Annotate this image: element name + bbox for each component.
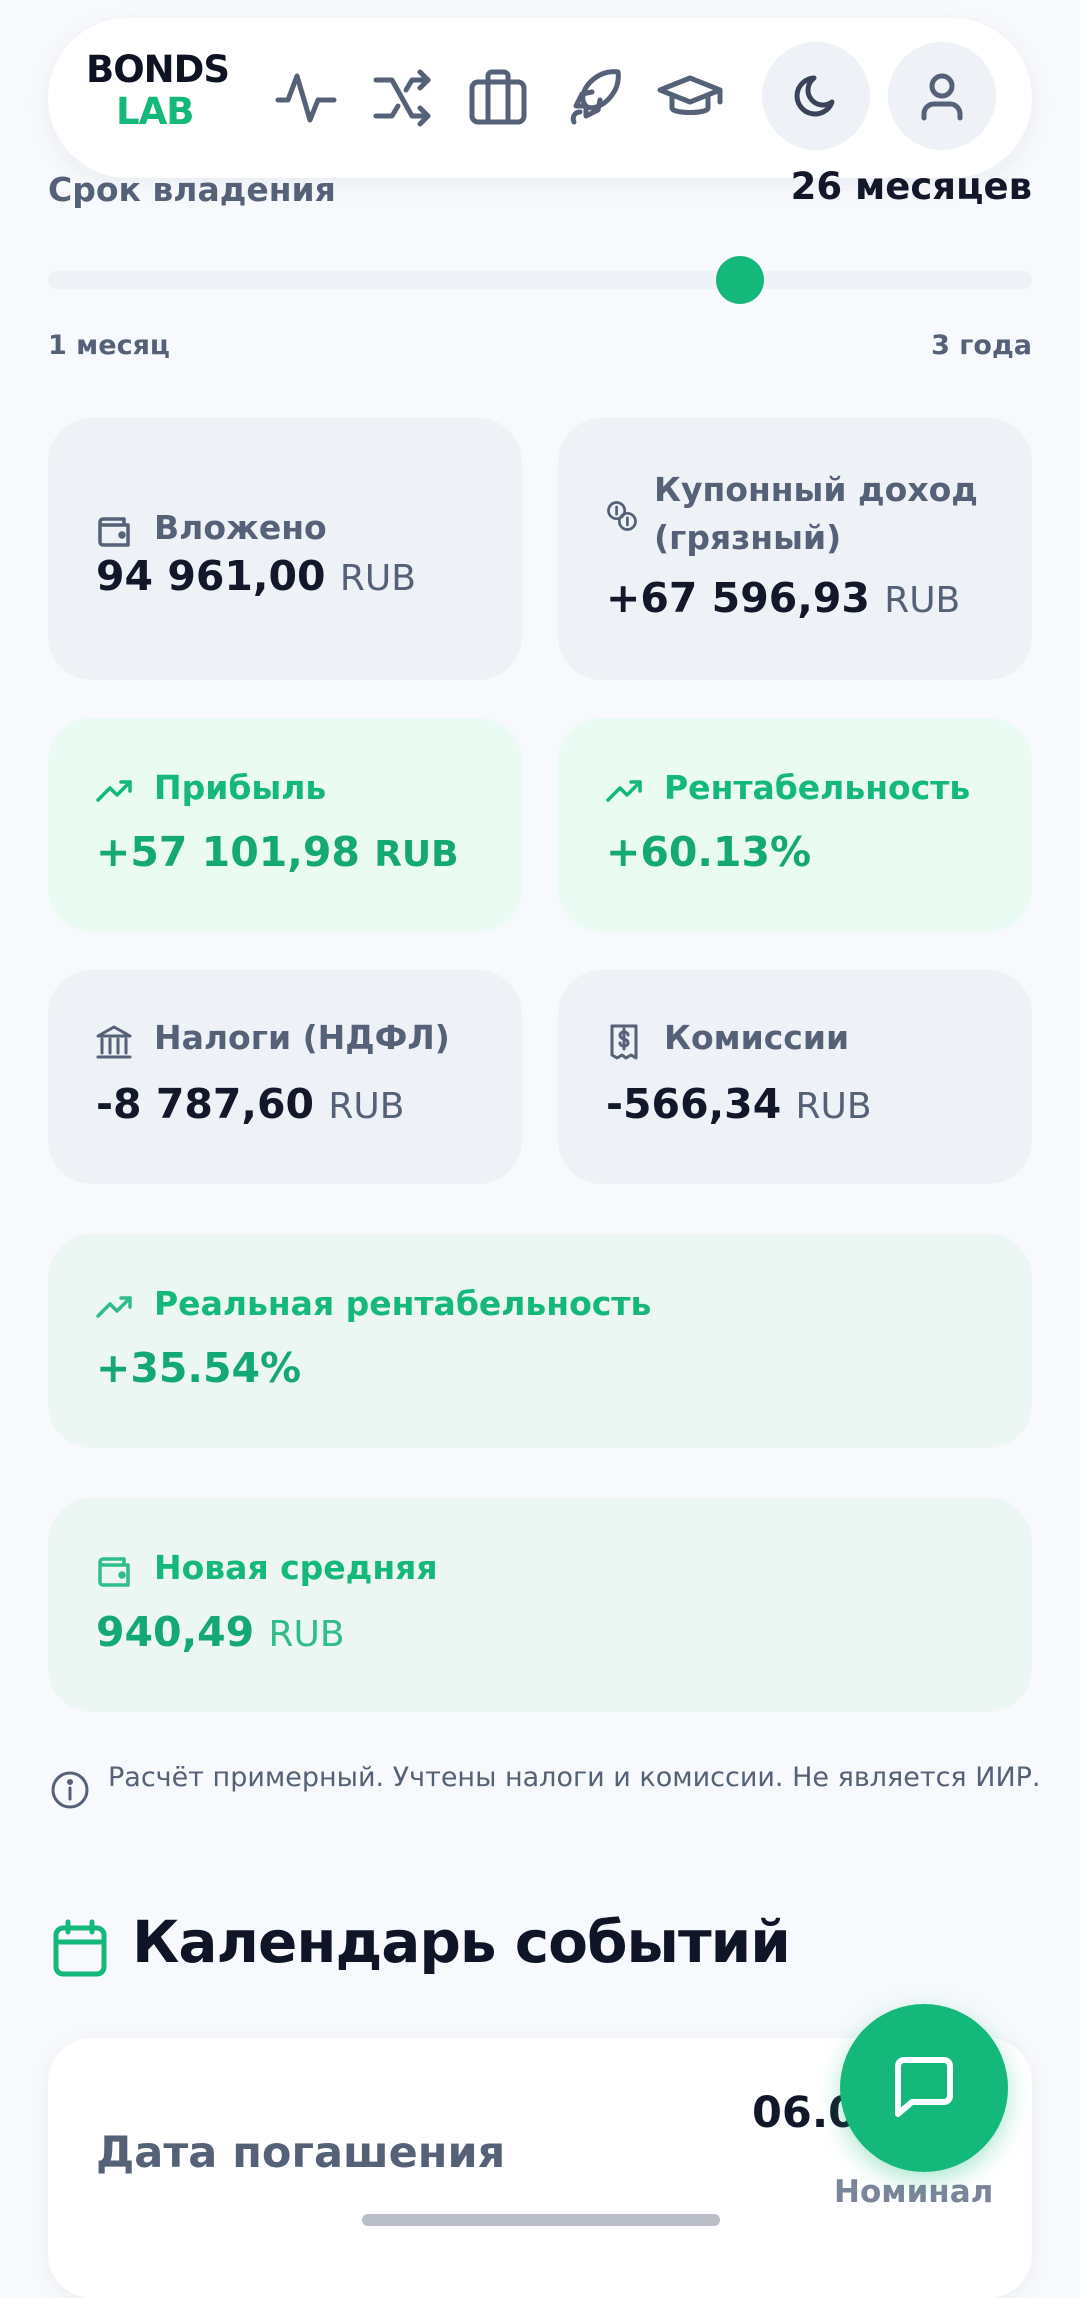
- fees-amount: -566,34: [606, 1080, 782, 1128]
- invested-label: Вложено: [154, 508, 327, 547]
- new-average-amount: 940,49: [96, 1608, 255, 1656]
- logo-bonds[interactable]: BONDS: [86, 48, 230, 91]
- coupon-income-card: Купонный доход (грязный) +67 596,93 RUB: [558, 418, 1032, 680]
- logo-lab[interactable]: LAB: [116, 90, 194, 133]
- calendar-icon: [53, 1919, 107, 1977]
- taxes-label: Налоги (НДФЛ): [154, 1018, 450, 1057]
- slider-thumb[interactable]: [715, 256, 764, 304]
- invested-currency: RUB: [339, 558, 416, 599]
- briefcase-icon[interactable]: [462, 62, 534, 134]
- event-sub-label: Номинал: [834, 2174, 994, 2210]
- wallet-icon: [98, 517, 130, 547]
- receipt-icon: [610, 1024, 638, 1060]
- moon-icon: [794, 75, 835, 117]
- trending-up-icon: [96, 1296, 132, 1318]
- holding-period-value: 26 месяцев: [790, 165, 1032, 208]
- new-average-currency: RUB: [268, 1614, 345, 1655]
- user-icon: [921, 73, 963, 121]
- holding-period-label: Срок владения: [48, 170, 336, 209]
- graduation-cap-icon[interactable]: [654, 62, 726, 134]
- disclaimer-text: Расчёт примерный. Учтены налоги и комисс…: [108, 1762, 1041, 1793]
- real-profitability-card: Реальная рентабельность +35.54%: [48, 1234, 1032, 1448]
- chat-icon: [895, 2057, 953, 2117]
- profitability-card: Рентабельность +60.13%: [558, 718, 1032, 932]
- profit-label: Прибыль: [154, 768, 327, 807]
- real-profitability-label: Реальная рентабельность: [154, 1284, 652, 1323]
- real-profitability-amount: +35.54%: [96, 1344, 302, 1392]
- fees-label: Комиссии: [664, 1018, 850, 1057]
- theme-toggle-button[interactable]: [762, 42, 870, 150]
- rocket-icon[interactable]: [558, 62, 630, 134]
- coins-icon: [607, 501, 637, 531]
- trending-up-icon: [606, 780, 642, 802]
- event-label: Дата погашения: [96, 2128, 506, 2178]
- info-icon: [51, 1771, 89, 1809]
- bank-icon: [96, 1025, 132, 1059]
- taxes-card: Налоги (НДФЛ) -8 787,60 RUB: [48, 970, 522, 1184]
- slider-min-label: 1 месяц: [48, 330, 170, 361]
- profit-currency: RUB: [374, 834, 459, 875]
- invested-amount: 94 961,00: [96, 552, 326, 600]
- top-nav: BONDS LAB: [48, 18, 1032, 178]
- chat-button[interactable]: [840, 2004, 1008, 2172]
- shuffle-icon[interactable]: [366, 62, 438, 134]
- home-indicator[interactable]: [362, 2214, 720, 2226]
- activity-icon[interactable]: [270, 62, 342, 134]
- taxes-currency: RUB: [328, 1086, 405, 1127]
- coupon-income-amount: +67 596,93: [606, 574, 870, 622]
- new-average-card: Новая средняя 940,49 RUB: [48, 1498, 1032, 1712]
- holding-period-slider[interactable]: [48, 271, 1032, 289]
- slider-max-label: 3 года: [931, 330, 1032, 361]
- profitability-label: Рентабельность: [664, 768, 971, 807]
- coupon-income-currency: RUB: [884, 580, 961, 621]
- wallet-icon: [98, 1557, 130, 1587]
- events-calendar-title: Календарь событий: [132, 1908, 791, 1976]
- coupon-income-label-line2: (грязный): [654, 518, 842, 557]
- fees-card: Комиссии -566,34 RUB: [558, 970, 1032, 1184]
- invested-card: Вложено 94 961,00 RUB: [48, 418, 522, 680]
- coupon-income-label-line1: Купонный доход: [654, 470, 978, 509]
- taxes-amount: -8 787,60: [96, 1080, 315, 1128]
- profit-card: Прибыль +57 101,98 RUB: [48, 718, 522, 932]
- fees-currency: RUB: [795, 1086, 872, 1127]
- new-average-label: Новая средняя: [154, 1548, 438, 1587]
- profit-amount: +57 101,98: [96, 828, 360, 876]
- profile-button[interactable]: [888, 42, 996, 150]
- trending-up-icon: [96, 780, 132, 802]
- profitability-amount: +60.13%: [606, 828, 812, 876]
